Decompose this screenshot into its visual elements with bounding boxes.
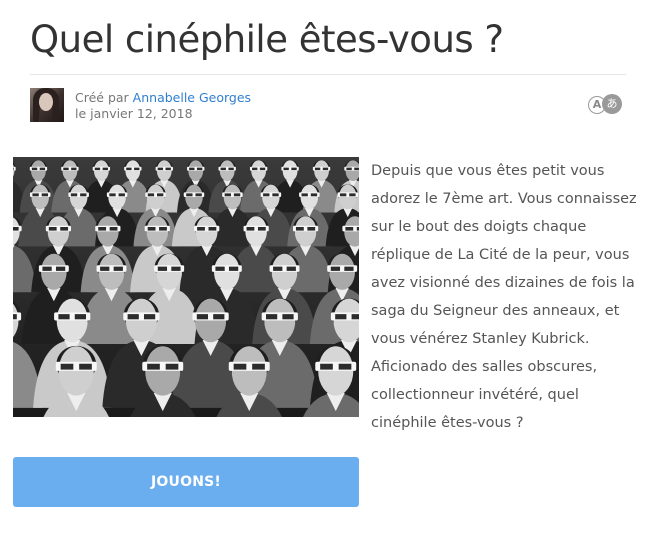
translate-japanese-glyph: あ [602,94,622,114]
author-link[interactable]: Annabelle Georges [133,90,251,105]
created-by-label: Créé par [75,90,129,105]
quiz-description: Depuis que vous êtes petit vous adorez l… [371,163,637,431]
publish-date: le janvier 12, 2018 [75,106,193,121]
author-meta: Créé par Annabelle Georges le janvier 12… [75,90,251,122]
created-by-line: Créé par Annabelle Georges [75,90,251,106]
play-button[interactable]: JOUONS! [13,457,359,507]
quiz-title: Quel cinéphile êtes-vous ? [30,18,504,61]
title-divider [30,74,626,75]
translate-icon[interactable]: A あ [588,94,626,116]
quiz-cover-image [13,157,359,417]
cinema-audience-photo [13,157,359,417]
author-avatar[interactable] [30,88,64,122]
